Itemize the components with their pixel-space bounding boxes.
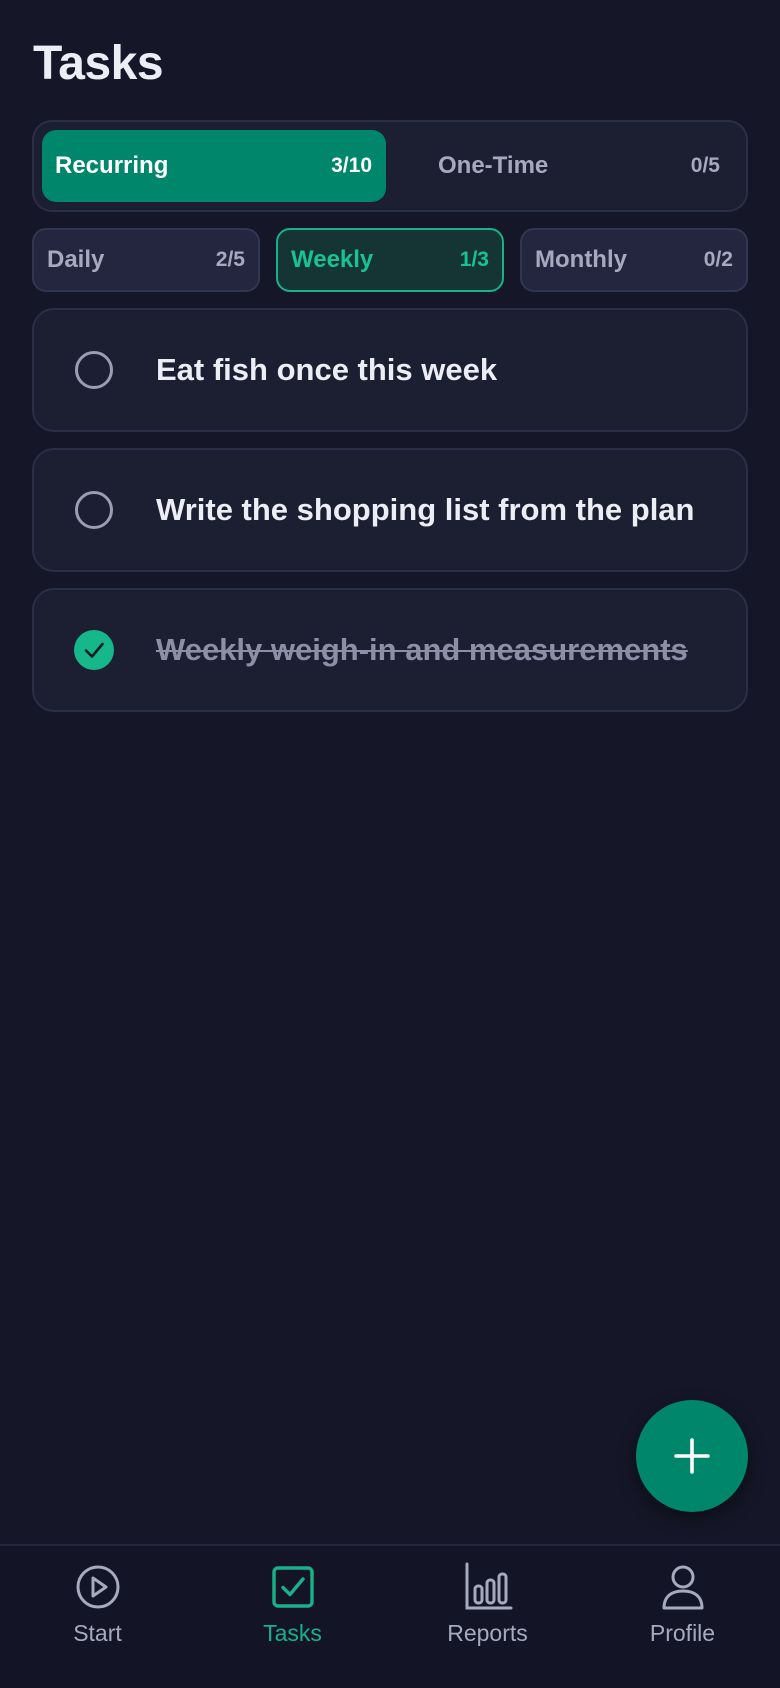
filter-chip-daily[interactable]: Daily 2/5 (32, 228, 260, 292)
segment-one-time-count: 0/5 (690, 154, 720, 177)
add-task-button[interactable] (636, 1400, 748, 1512)
filter-chip-monthly-count: 0/2 (703, 248, 733, 271)
checkbox-icon (271, 1566, 314, 1608)
bottom-navigation: Start Tasks Reports Profile (0, 1544, 780, 1688)
filter-chip-monthly-label: Monthly (535, 246, 627, 273)
filter-chip-weekly-count: 1/3 (459, 248, 489, 271)
nav-item-start[interactable]: Start (0, 1562, 195, 1662)
task-text: Write the shopping list from the plan (156, 492, 695, 527)
play-circle-icon (76, 1565, 119, 1609)
nav-label-tasks: Tasks (263, 1620, 322, 1646)
segment-one-time-label: One-Time (438, 152, 549, 179)
segment-recurring-label: Recurring (55, 152, 169, 179)
task-type-segmented-control: Recurring 3/10 One-Time 0/5 (32, 120, 748, 212)
nav-label-profile: Profile (649, 1620, 716, 1646)
task-text: Weekly weigh-in and measurements (156, 632, 688, 667)
nav-item-reports[interactable]: Reports (390, 1562, 585, 1662)
nav-label-reports: Reports (447, 1620, 528, 1646)
segment-recurring-count: 3/10 (331, 154, 372, 177)
user-icon (662, 1565, 703, 1610)
task-card-completed[interactable]: Weekly weigh-in and measurements (32, 588, 748, 712)
nav-item-tasks[interactable]: Tasks (195, 1562, 390, 1662)
segment-recurring[interactable]: Recurring 3/10 (42, 130, 386, 202)
segment-one-time[interactable]: One-Time 0/5 (392, 130, 740, 202)
unchecked-circle-icon[interactable] (74, 350, 114, 390)
filter-chip-daily-count: 2/5 (215, 248, 245, 271)
filter-chip-weekly[interactable]: Weekly 1/3 (276, 228, 504, 292)
tasks-screen: Tasks Recurring 3/10 One-Time 0/5 Daily … (0, 0, 780, 1688)
filter-chip-weekly-label: Weekly (291, 246, 374, 273)
plus-icon (674, 1438, 710, 1474)
task-card[interactable]: Write the shopping list from the plan (32, 448, 748, 572)
filter-chip-daily-label: Daily (47, 246, 105, 273)
task-text: Eat fish once this week (156, 352, 498, 387)
unchecked-circle-icon[interactable] (74, 490, 114, 530)
checked-circle-icon[interactable] (74, 630, 114, 670)
nav-item-profile[interactable]: Profile (585, 1562, 780, 1662)
page-title: Tasks (33, 37, 164, 90)
filter-chip-monthly[interactable]: Monthly 0/2 (520, 228, 748, 292)
bar-chart-icon (465, 1562, 512, 1610)
task-card[interactable]: Eat fish once this week (32, 308, 748, 432)
nav-label-start: Start (73, 1620, 122, 1646)
